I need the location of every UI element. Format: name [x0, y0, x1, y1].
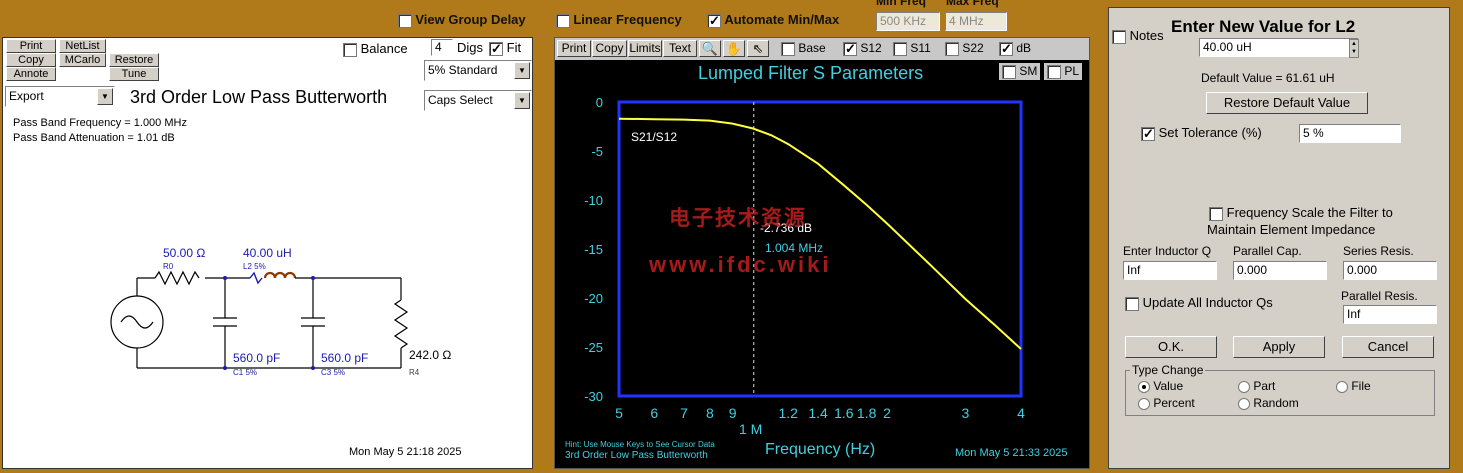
x-tick-label: 7: [680, 405, 688, 421]
x-axis-label: Frequency (Hz): [765, 441, 876, 458]
default-value-text: Default Value = 61.61 uH: [1201, 71, 1335, 85]
parallel-cap-label: Parallel Cap.: [1233, 244, 1302, 258]
x-tick-label: 1.4: [808, 405, 828, 421]
c3-value[interactable]: 560.0 pF: [321, 351, 368, 365]
x-major-label: 1 M: [739, 421, 763, 437]
y-tick-label: -20: [584, 291, 603, 306]
watermark-url: www.ifdc.wiki: [649, 252, 832, 277]
chart-timestamp: Mon May 5 21:33 2025: [955, 447, 1068, 459]
inductor-q-label: Enter Inductor Q: [1123, 244, 1212, 258]
y-tick-label: -30: [584, 389, 603, 404]
min-freq-label: Min Freq: [876, 0, 926, 8]
max-freq-label: Max Freq: [946, 0, 999, 8]
type-change-label: Type Change: [1130, 363, 1206, 377]
radio-file[interactable]: File: [1336, 379, 1371, 393]
parallel-res-label: Parallel Resis.: [1341, 289, 1418, 303]
frequency-scale-label2: Maintain Element Impedance: [1207, 222, 1376, 237]
x-tick-label: 1.2: [779, 405, 799, 421]
update-all-q-checkbox[interactable]: Update All Inductor Qs: [1125, 295, 1273, 311]
edit-value-dialog: Notes Enter New Value for L2 40.00 uH ▲ ▼ …: [1108, 7, 1450, 469]
series-res-input[interactable]: 0.000: [1343, 261, 1437, 280]
set-tolerance-checkbox[interactable]: Set Tolerance (%): [1141, 125, 1262, 142]
chart-panel: Print Copy Limits Text 🔍 ✋ ⇖ Base S12 S1…: [554, 37, 1090, 469]
x-tick-label: 9: [729, 405, 737, 421]
x-tick-label: 3: [961, 405, 969, 421]
tolerance-input[interactable]: 5 %: [1299, 124, 1401, 143]
dialog-title: Enter New Value for L2: [1171, 17, 1356, 36]
c1-name: C1 5%: [233, 368, 258, 377]
r0-value[interactable]: 50.00 Ω: [163, 246, 205, 260]
cancel-button[interactable]: Cancel: [1342, 336, 1434, 358]
x-tick-label: 1.8: [857, 405, 877, 421]
x-tick-label: 8: [706, 405, 714, 421]
l2-name: L2 5%: [243, 262, 266, 271]
max-freq-input[interactable]: 4 MHz: [945, 12, 1007, 31]
r4-value[interactable]: 242.0 Ω: [409, 348, 451, 362]
x-tick-label: 4: [1017, 405, 1025, 421]
restore-default-button[interactable]: Restore Default Value: [1206, 92, 1368, 114]
r0-name: R0: [163, 262, 174, 271]
radio-part[interactable]: Part: [1238, 379, 1275, 393]
spin-icon[interactable]: ▲ ▼: [1349, 39, 1359, 58]
hint-text: Hint: Use Mouse Keys to See Cursor Data: [565, 440, 715, 449]
radio-percent[interactable]: Percent: [1138, 396, 1195, 410]
radio-random[interactable]: Random: [1238, 396, 1299, 410]
y-tick-label: -25: [584, 340, 603, 355]
r4-name: R4: [409, 368, 420, 377]
series-label: S21/S12: [631, 130, 678, 144]
series-res-label: Series Resis.: [1343, 244, 1414, 258]
linear-frequency-checkbox[interactable]: Linear Frequency: [556, 12, 682, 28]
y-tick-label: 0: [596, 95, 603, 110]
ok-button[interactable]: O.K.: [1125, 336, 1217, 358]
schematic-panel: Print NetList Copy MCarlo Restore Annote…: [2, 37, 533, 469]
min-freq-input[interactable]: 500 KHz: [876, 12, 940, 31]
x-tick-label: 6: [650, 405, 658, 421]
apply-button[interactable]: Apply: [1233, 336, 1325, 358]
parallel-cap-input[interactable]: 0.000: [1233, 261, 1327, 280]
l2-value[interactable]: 40.00 uH: [243, 246, 292, 260]
y-tick-label: -5: [591, 144, 603, 159]
frequency-scale-checkbox[interactable]: Frequency Scale the Filter to: [1209, 205, 1393, 221]
y-tick-label: -15: [584, 242, 603, 257]
view-group-delay-checkbox[interactable]: View Group Delay: [398, 12, 526, 28]
c1-value[interactable]: 560.0 pF: [233, 351, 280, 365]
value-input[interactable]: 40.00 uH ▲ ▼: [1199, 38, 1359, 58]
schematic-timestamp: Mon May 5 21:18 2025: [349, 446, 462, 458]
notes-checkbox[interactable]: Notes: [1112, 28, 1164, 44]
x-tick-label: 5: [615, 405, 623, 421]
c3-name: C3 5%: [321, 368, 346, 377]
series-line-s21: [618, 117, 1022, 350]
radio-value[interactable]: Value: [1138, 379, 1183, 393]
x-tick-label: 1.6: [834, 405, 854, 421]
inductor-q-input[interactable]: Inf: [1123, 261, 1217, 280]
type-change-group: Type Change Value Part File Percent Rand…: [1125, 363, 1435, 416]
x-tick-label: 2: [883, 405, 891, 421]
parallel-res-input[interactable]: Inf: [1343, 305, 1437, 324]
automate-minmax-checkbox[interactable]: Automate Min/Max: [707, 12, 839, 29]
y-tick-label: -10: [584, 193, 603, 208]
chart-footer-title: 3rd Order Low Pass Butterworth: [565, 450, 708, 461]
watermark-chinese: 电子技术资源: [669, 207, 807, 230]
